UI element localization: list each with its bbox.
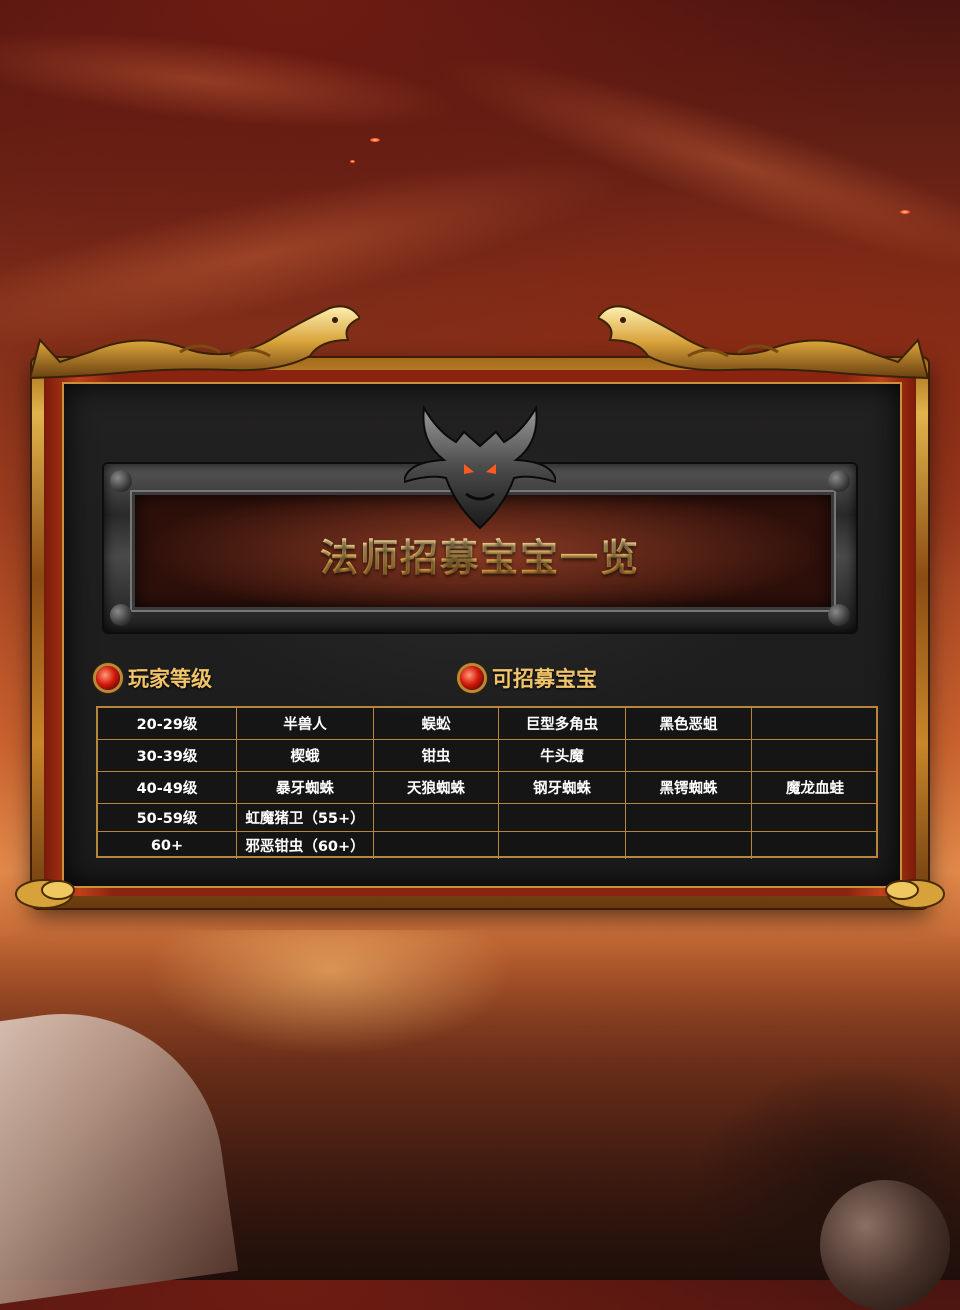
level-header: 玩家等级	[96, 662, 212, 694]
pet-cell: 邪恶钳虫（60+）	[237, 832, 374, 859]
level-cell: 40-49级	[98, 772, 237, 804]
pet-cell	[752, 740, 878, 772]
plaque-ornament	[110, 604, 132, 626]
pet-cell: 钢牙蜘蛛	[499, 772, 626, 804]
plaque-ornament	[828, 470, 850, 492]
plaque-ornament	[828, 604, 850, 626]
background-orb	[820, 1180, 950, 1310]
pet-cell: 魔龙血蛙	[752, 772, 878, 804]
pet-cell	[499, 832, 626, 859]
pet-cell	[626, 832, 752, 859]
pet-cell	[752, 708, 878, 740]
pet-cell: 黑色恶蛆	[626, 708, 752, 740]
pet-cell: 蜈蚣	[374, 708, 499, 740]
pets-header-label: 可招募宝宝	[492, 667, 597, 691]
pet-cell	[752, 804, 878, 832]
pet-cell	[374, 804, 499, 832]
pet-cell: 暴牙蜘蛛	[237, 772, 374, 804]
pet-cell: 巨型多角虫	[499, 708, 626, 740]
pet-cell	[626, 804, 752, 832]
recruit-table: 20-29级 半兽人 蜈蚣 巨型多角虫 黑色恶蛆 30-39级 楔蛾 钳虫 牛头…	[96, 706, 878, 859]
pet-cell	[752, 832, 878, 859]
pet-cell: 天狼蜘蛛	[374, 772, 499, 804]
demon-crest-icon	[404, 404, 556, 530]
level-cell: 50-59级	[98, 804, 237, 832]
level-header-label: 玩家等级	[128, 667, 212, 691]
red-gem-icon	[96, 666, 120, 690]
red-gem-icon	[460, 666, 484, 690]
pet-cell	[499, 804, 626, 832]
plaque-ornament	[110, 470, 132, 492]
pet-cell: 楔蛾	[237, 740, 374, 772]
pet-cell: 牛头魔	[499, 740, 626, 772]
gold-coin-left-icon	[15, 879, 75, 909]
pet-cell: 钳虫	[374, 740, 499, 772]
level-cell: 30-39级	[98, 740, 237, 772]
pet-cell: 黑锷蜘蛛	[626, 772, 752, 804]
level-cell: 20-29级	[98, 708, 237, 740]
pet-cell: 半兽人	[237, 708, 374, 740]
dragon-left-icon	[30, 305, 360, 380]
dragon-right-icon	[598, 305, 928, 380]
level-cell: 60+	[98, 832, 237, 859]
pets-header: 可招募宝宝	[460, 662, 597, 694]
gold-coin-right-icon	[885, 879, 945, 909]
pet-cell	[626, 740, 752, 772]
pet-cell: 虹魔猪卫（55+）	[237, 804, 374, 832]
page-title: 法师招募宝宝一览	[132, 527, 828, 582]
pet-cell	[374, 832, 499, 859]
